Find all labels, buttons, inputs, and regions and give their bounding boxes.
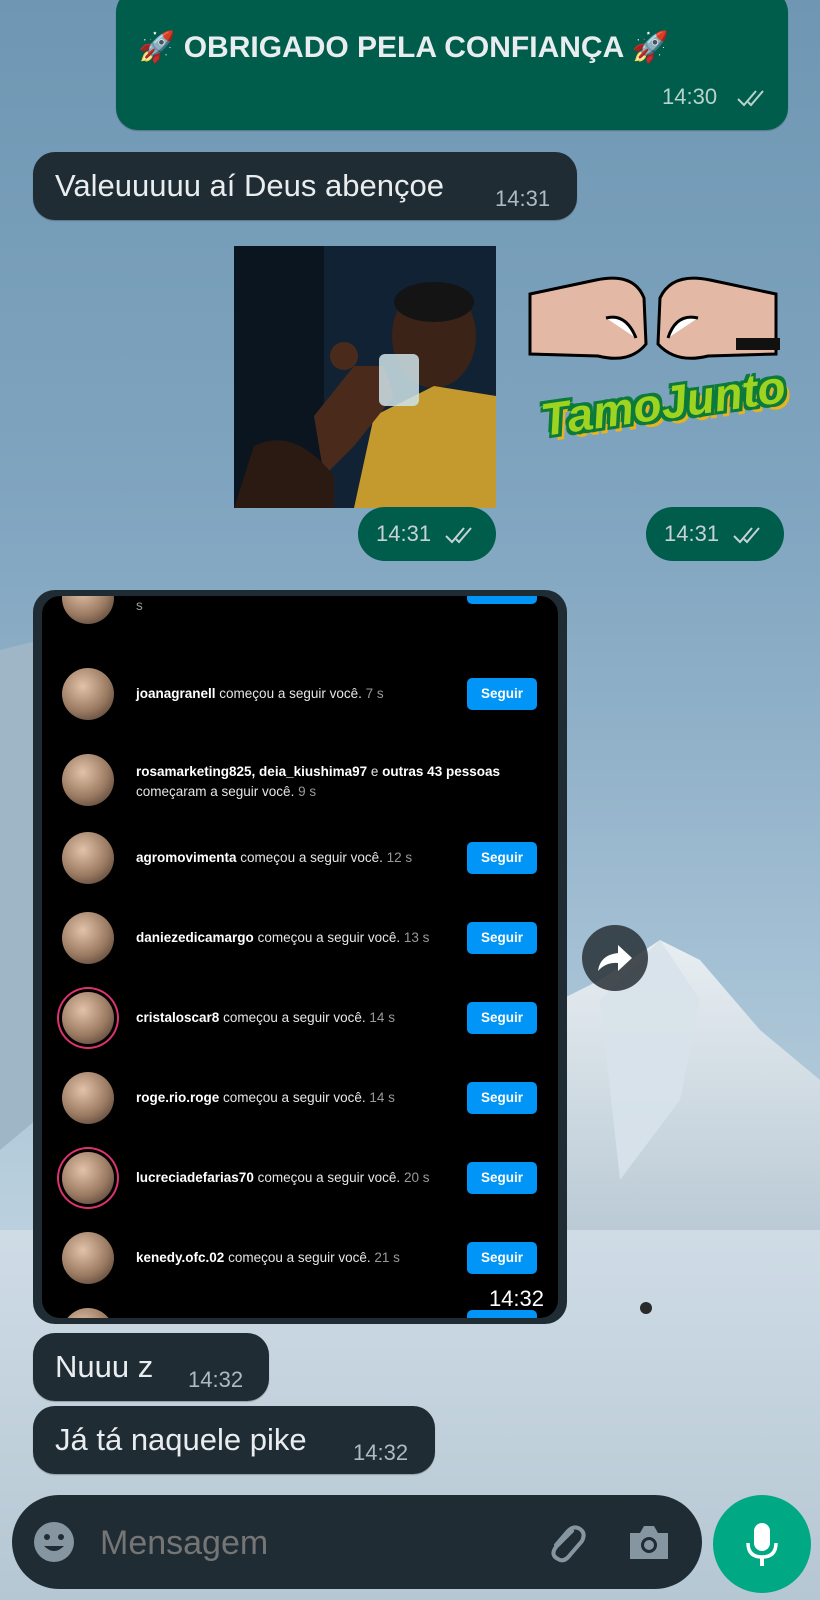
avatar bbox=[62, 1072, 114, 1124]
list-item: joanagranell começou a seguir você. 7 s … bbox=[42, 654, 558, 734]
message-time: 14:32 bbox=[188, 1367, 244, 1392]
list-item: lucreciadefarias70 começou a seguir você… bbox=[42, 1138, 558, 1218]
message-time: 14:30 bbox=[662, 84, 718, 109]
mic-icon bbox=[746, 1523, 778, 1566]
forward-icon bbox=[598, 945, 632, 971]
forward-button[interactable] bbox=[582, 925, 648, 991]
message-composer bbox=[12, 1495, 702, 1589]
list-item: cristaloscar8 começou a seguir você. 14 … bbox=[42, 978, 558, 1058]
attach-icon[interactable] bbox=[542, 1519, 590, 1567]
message-image[interactable] bbox=[234, 246, 496, 508]
message-incoming-1[interactable]: Valeuuuuu aí Deus abençoe 14:31 bbox=[33, 152, 577, 220]
follow-button[interactable]: Seguir bbox=[467, 678, 537, 710]
image-time-badge: 14:31 bbox=[358, 507, 496, 561]
message-text: Valeuuuuu aí Deus abençoe bbox=[55, 168, 444, 203]
message-screenshot[interactable]: s Seguir joanagranell começou a seguir v… bbox=[33, 590, 567, 1324]
message-input[interactable] bbox=[98, 1517, 522, 1569]
double-check-icon bbox=[737, 90, 764, 107]
follow-button[interactable]: Seguir bbox=[467, 1242, 537, 1274]
message-text: Nuuu z bbox=[55, 1349, 154, 1384]
double-check-icon bbox=[733, 527, 760, 544]
avatar bbox=[62, 668, 114, 720]
camera-icon[interactable] bbox=[626, 1521, 672, 1563]
sticker-time-badge: 14:31 bbox=[646, 507, 784, 561]
avatar bbox=[62, 754, 114, 806]
list-item: kenedy.ofc.02 começou a seguir você. 21 … bbox=[42, 1218, 558, 1298]
list-item: s Seguir bbox=[42, 596, 558, 638]
message-sticker[interactable]: TamoJunto bbox=[526, 258, 789, 498]
message-time: 14:31 bbox=[495, 186, 551, 211]
avatar bbox=[62, 1232, 114, 1284]
list-item: daniezedicamargo começou a seguir você. … bbox=[42, 898, 558, 978]
message-time: 14:32 bbox=[353, 1440, 409, 1465]
avatar bbox=[62, 992, 114, 1044]
avatar bbox=[62, 596, 114, 624]
emoji-icon[interactable] bbox=[32, 1520, 76, 1564]
instagram-notifications-screenshot: s Seguir joanagranell começou a seguir v… bbox=[42, 596, 558, 1318]
avatar bbox=[62, 1152, 114, 1204]
follow-button[interactable]: Seguir bbox=[467, 842, 537, 874]
list-item: rosamarketing825, deia_kiushima97 e outr… bbox=[42, 734, 558, 814]
message-text: Já tá naquele pike bbox=[55, 1422, 307, 1457]
list-item: agromovimenta começou a seguir você. 12 … bbox=[42, 818, 558, 898]
message-incoming-3[interactable]: Já tá naquele pike 14:32 bbox=[33, 1406, 435, 1474]
avatar bbox=[62, 912, 114, 964]
message-incoming-2[interactable]: Nuuu z 14:32 bbox=[33, 1333, 269, 1401]
message-outgoing-1[interactable]: 🚀 OBRIGADO PELA CONFIANÇA 🚀 14:30 bbox=[116, 0, 788, 130]
message-text: 🚀 OBRIGADO PELA CONFIANÇA 🚀 bbox=[138, 31, 669, 64]
avatar bbox=[62, 1308, 114, 1318]
double-check-icon bbox=[445, 527, 472, 544]
list-item: roge.rio.roge começou a seguir você. 14 … bbox=[42, 1058, 558, 1138]
follow-button[interactable]: Seguir bbox=[467, 922, 537, 954]
avatar bbox=[62, 832, 114, 884]
follow-button[interactable]: Seguir bbox=[467, 1002, 537, 1034]
list-item bbox=[42, 1298, 558, 1318]
follow-button[interactable]: Seguir bbox=[467, 1082, 537, 1114]
message-time: 14:32 bbox=[488, 1286, 544, 1311]
follow-button[interactable]: Seguir bbox=[467, 1162, 537, 1194]
mic-button[interactable] bbox=[713, 1495, 811, 1593]
photo-man-toasting bbox=[234, 246, 496, 508]
follow-button[interactable]: Seguir bbox=[467, 596, 537, 604]
